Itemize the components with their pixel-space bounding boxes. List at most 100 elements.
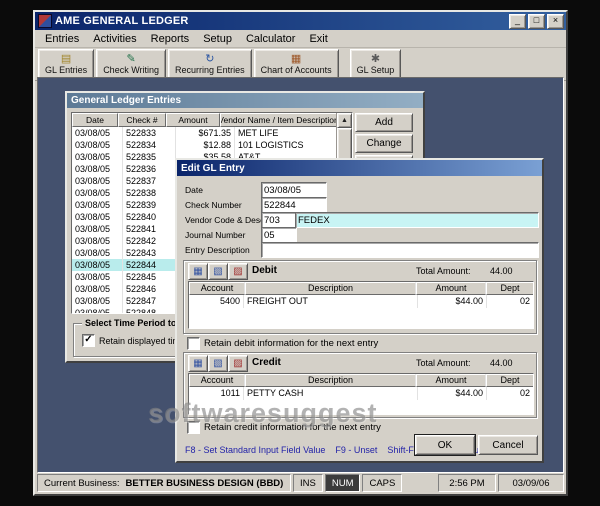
ok-button[interactable]: OK	[414, 434, 476, 456]
edit-gl-entry-dialog: Edit GL Entry Date Check Number Vendor C…	[175, 158, 544, 463]
debit-total-value: 44.00	[490, 266, 513, 276]
cell-check: 522847	[123, 295, 176, 307]
cell-check: 522840	[123, 211, 176, 223]
menu-setup[interactable]: Setup	[196, 32, 239, 46]
pencil-icon: ✎	[126, 53, 136, 65]
dialog-titlebar[interactable]: Edit GL Entry	[177, 160, 542, 176]
cell-check: 522848	[123, 307, 176, 313]
table-row[interactable]: 03/08/05 522833 $671.35 MET LIFE	[72, 127, 337, 139]
cell-date: 03/08/05	[72, 247, 123, 259]
cell-date: 03/08/05	[72, 127, 123, 139]
minimize-icon: _	[514, 14, 520, 25]
check-number-input[interactable]	[261, 197, 327, 213]
current-business-panel: Current Business: BETTER BUSINESS DESIGN…	[37, 474, 291, 492]
cell-check: 522833	[123, 127, 176, 139]
retain-debit-row: Retain debit information for the next en…	[187, 337, 378, 350]
setup-icon: ✱	[370, 53, 381, 65]
vendor-code-input[interactable]	[261, 212, 297, 228]
debit-col-amount: Amount	[416, 282, 486, 295]
cell-account: 1011	[189, 387, 244, 400]
toolbar-gl-entries-button[interactable]: ▤ GL Entries	[38, 49, 95, 79]
desktop: AME GENERAL LEDGER _ □ × Entries Activit…	[0, 0, 600, 506]
cell-amount: $44.00	[418, 295, 487, 308]
app-titlebar[interactable]: AME GENERAL LEDGER _ □ ×	[35, 12, 566, 30]
menu-entries[interactable]: Entries	[38, 32, 86, 46]
ins-indicator: INS	[293, 474, 323, 492]
cell-vendor: MET LIFE	[238, 128, 279, 138]
menu-exit[interactable]: Exit	[302, 32, 334, 46]
cell-check: 522838	[123, 187, 176, 199]
column-header-amount[interactable]: Amount	[166, 113, 220, 127]
maximize-button[interactable]: □	[528, 13, 545, 29]
cell-check: 522834	[123, 139, 176, 151]
menu-activities[interactable]: Activities	[86, 32, 143, 46]
cell-description: FREIGHT OUT	[244, 295, 418, 308]
credit-total-value: 44.00	[490, 358, 513, 368]
debit-row[interactable]: 5400 FREIGHT OUT $44.00 02	[189, 295, 533, 308]
add-button[interactable]: Add	[355, 113, 413, 132]
credit-delete-row-button[interactable]: ▨	[228, 355, 248, 372]
menu-reports[interactable]: Reports	[144, 32, 197, 46]
app-window: AME GENERAL LEDGER _ □ × Entries Activit…	[33, 10, 568, 496]
retain-credit-row: Retain credit information for the next e…	[187, 421, 381, 434]
cell-dept: 02	[519, 388, 530, 398]
client-area: General Ledger Entries Date Check # Amou…	[37, 77, 564, 473]
menu-calculator[interactable]: Calculator	[239, 32, 303, 46]
date-label: Date	[185, 185, 203, 195]
credit-col-amount: Amount	[416, 374, 486, 387]
column-header-date[interactable]: Date	[72, 113, 118, 127]
recurring-icon: ↻	[205, 53, 215, 65]
chart-icon: ▦	[290, 53, 302, 65]
toolbar-label: GL Entries	[45, 65, 88, 75]
grid-icon: ▦	[193, 357, 203, 369]
vendor-desc-input[interactable]	[295, 212, 539, 228]
date-input[interactable]	[261, 182, 327, 198]
cancel-button[interactable]: Cancel	[478, 435, 538, 455]
minimize-button[interactable]: _	[509, 13, 526, 29]
toolbar-gl-setup-button[interactable]: ✱ GL Setup	[349, 49, 402, 79]
grid-icon: ▦	[193, 265, 203, 277]
cell-check: 522843	[123, 247, 176, 259]
toolbar-check-writing-button[interactable]: ✎ Check Writing	[96, 49, 167, 79]
debit-grid-button[interactable]: ▦	[188, 263, 208, 280]
delete-row-icon: ▨	[233, 357, 243, 369]
retain-time-period-checkbox[interactable]: ✓	[82, 334, 95, 347]
close-button[interactable]: ×	[547, 13, 564, 29]
cell-check: 522846	[123, 283, 176, 295]
num-indicator: NUM	[324, 474, 361, 492]
caps-indicator: CAPS	[362, 474, 403, 492]
toolbar-chart-of-accounts-button[interactable]: ▦ Chart of Accounts	[253, 49, 339, 79]
column-header-check[interactable]: Check #	[118, 113, 166, 127]
maximize-icon: □	[533, 14, 540, 25]
credit-col-dept: Dept	[486, 374, 533, 387]
clock: 2:56 PM	[438, 474, 496, 492]
check-number-label: Check Number	[185, 200, 242, 210]
debit-grid: Account Description Amount Dept 5400 FRE…	[188, 281, 534, 329]
debit-delete-row-button[interactable]: ▨	[228, 263, 248, 280]
cell-check: 522835	[123, 151, 176, 163]
entry-description-label: Entry Description	[185, 245, 250, 255]
current-business-label: Current Business:	[44, 477, 120, 489]
form-icon: ▧	[213, 357, 223, 369]
toolbar-recurring-entries-button[interactable]: ↻ Recurring Entries	[168, 49, 252, 79]
debit-form-button[interactable]: ▧	[208, 263, 228, 280]
gl-entries-titlebar[interactable]: General Ledger Entries	[67, 93, 423, 108]
cell-date: 03/08/05	[72, 295, 123, 307]
credit-total-label: Total Amount:	[416, 358, 471, 368]
journal-number-input[interactable]	[261, 227, 297, 243]
credit-row[interactable]: 1011 PETTY CASH $44.00 02	[189, 387, 533, 400]
retain-credit-checkbox[interactable]	[187, 421, 200, 434]
change-button[interactable]: Change	[355, 134, 413, 153]
retain-debit-checkbox[interactable]	[187, 337, 200, 350]
menu-bar: Entries Activities Reports Setup Calcula…	[35, 30, 566, 48]
cell-vendor: 101 LOGISTICS	[238, 140, 304, 150]
app-icon	[38, 14, 52, 28]
column-header-vendor[interactable]: Vendor Name / Item Description	[220, 113, 337, 127]
credit-form-button[interactable]: ▧	[208, 355, 228, 372]
cell-check: 522837	[123, 175, 176, 187]
scroll-up-button[interactable]: ▲	[337, 113, 352, 128]
table-row[interactable]: 03/08/05 522834 $12.88 101 LOGISTICS	[72, 139, 337, 151]
cell-date: 03/08/05	[72, 187, 123, 199]
entry-description-input[interactable]	[261, 242, 539, 258]
credit-grid-button[interactable]: ▦	[188, 355, 208, 372]
